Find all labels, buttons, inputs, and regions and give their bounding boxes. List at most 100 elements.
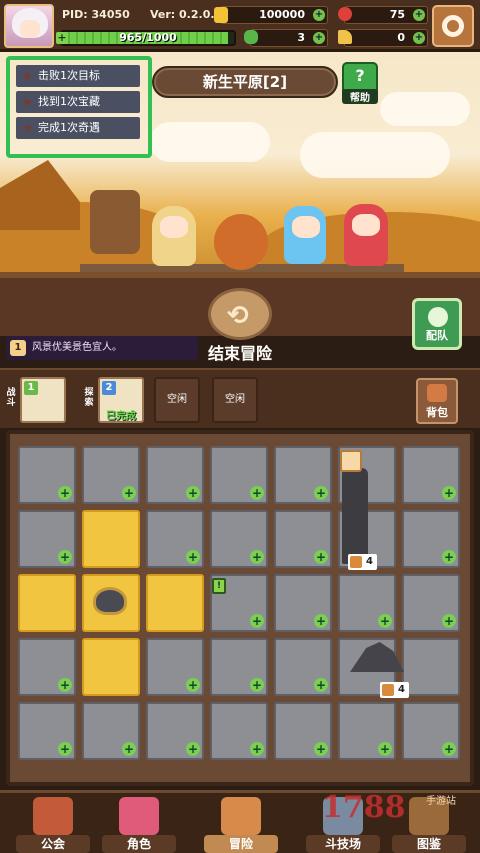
add-gem-button[interactable]: + — [413, 9, 425, 21]
unexplored-tile[interactable] — [402, 638, 460, 696]
unlock-plus-icon: + — [186, 678, 200, 692]
bag-icon — [427, 384, 447, 402]
quest-item[interactable]: ★ 击败1次目标 — [16, 65, 140, 87]
unexplored-tile[interactable]: + — [18, 702, 76, 760]
clover-icon — [244, 30, 258, 44]
hero-face — [352, 214, 380, 236]
battle-slot[interactable]: 1 — [20, 377, 66, 423]
enemy-count: 4 — [398, 684, 405, 695]
empty-slot[interactable]: 空闲 — [212, 377, 258, 423]
unexplored-tile[interactable]: + — [274, 638, 332, 696]
cauldron-sprite[interactable] — [93, 587, 127, 615]
unexplored-tile[interactable]: + — [146, 638, 204, 696]
explored-tile[interactable] — [82, 638, 140, 696]
add-clover-button[interactable]: + — [313, 32, 325, 44]
unlock-plus-icon: + — [378, 614, 392, 628]
monkey-hero-sprite — [214, 214, 268, 270]
battle-slot-badge: 1 — [24, 381, 38, 395]
map-icon — [221, 797, 261, 835]
nav-adventure[interactable]: 冒险 — [204, 797, 278, 853]
unlock-plus-icon: + — [122, 486, 136, 500]
star-icon: ★ — [22, 69, 33, 83]
top-bar: PID: 34050 Ver: 0.2.0.3 965/1000 + 10000… — [0, 0, 480, 52]
key-icon — [338, 30, 352, 44]
unexplored-tile[interactable]: + — [338, 702, 396, 760]
unexplored-tile[interactable]: + — [18, 510, 76, 568]
team-icon — [428, 307, 448, 327]
event-marker-icon[interactable]: ! — [212, 578, 226, 594]
quest-item[interactable]: ★ 找到1次宝藏 — [16, 91, 140, 113]
empty-slot[interactable]: 空闲 — [154, 377, 200, 423]
gear-icon — [442, 15, 464, 37]
unlock-plus-icon: + — [186, 486, 200, 500]
unlock-plus-icon: + — [442, 486, 456, 500]
cloud — [150, 122, 270, 162]
explored-tile[interactable] — [146, 574, 204, 632]
explore-slot[interactable]: 2 已完成 — [98, 377, 144, 423]
star-icon: ★ — [22, 121, 33, 135]
unexplored-tile[interactable]: + — [210, 702, 268, 760]
bag-button[interactable]: 背包 — [416, 378, 458, 424]
supply-cart-sprite — [90, 190, 140, 254]
treasure-box-icon[interactable] — [340, 450, 362, 472]
explored-tile[interactable] — [18, 574, 76, 632]
avatar-face — [20, 20, 40, 38]
unexplored-tile[interactable]: + — [210, 510, 268, 568]
unlock-plus-icon: + — [442, 614, 456, 628]
unexplored-tile[interactable]: + — [210, 446, 268, 504]
watermark-logo: 1788 — [322, 790, 406, 825]
redhair-hero-sprite — [344, 204, 388, 266]
unexplored-tile[interactable]: + — [146, 702, 204, 760]
xp-bar: 965/1000 — [60, 30, 236, 46]
unexplored-tile[interactable]: + — [82, 446, 140, 504]
nav-character[interactable]: 角色 — [102, 797, 176, 853]
add-gold-button[interactable]: + — [313, 9, 325, 21]
quest-item[interactable]: ★ 完成1次奇遇 — [16, 117, 140, 139]
task-slot-row: 战斗 1 探索 2 已完成 空闲 空闲 背包 — [0, 368, 480, 428]
battle-slot-label: 战斗 — [6, 388, 16, 408]
unexplored-tile[interactable]: + — [18, 638, 76, 696]
unexplored-tile[interactable]: + — [146, 446, 204, 504]
end-adventure-button[interactable]: ⟲ 结束冒险 — [206, 288, 274, 363]
xp-plus-icon: + — [56, 31, 68, 44]
explored-tile[interactable] — [82, 510, 140, 568]
end-adventure-label: 结束冒险 — [207, 344, 272, 363]
ruined-tower-sprite — [342, 468, 368, 564]
unexplored-tile[interactable]: + — [82, 702, 140, 760]
settings-button[interactable] — [432, 5, 474, 47]
unexplored-tile[interactable]: + — [338, 574, 396, 632]
player-avatar[interactable] — [4, 4, 54, 48]
unexplored-tile[interactable]: + — [146, 510, 204, 568]
area-name: 新生平原[2] — [152, 66, 338, 98]
unlock-plus-icon: + — [186, 742, 200, 756]
unlock-plus-icon: + — [250, 550, 264, 564]
unexplored-tile[interactable]: + — [18, 446, 76, 504]
team-button[interactable]: 配队 — [412, 298, 462, 350]
unexplored-tile[interactable]: + — [402, 702, 460, 760]
return-arrow-icon: ⟲ — [208, 288, 272, 340]
unexplored-tile[interactable]: + — [210, 638, 268, 696]
unlock-plus-icon: + — [442, 742, 456, 756]
unexplored-tile[interactable]: + — [274, 574, 332, 632]
add-key-button[interactable]: + — [413, 32, 425, 44]
unexplored-tile[interactable]: + — [402, 574, 460, 632]
unlock-plus-icon: + — [250, 614, 264, 628]
nav-guild[interactable]: 公会 — [16, 797, 90, 853]
unlock-plus-icon: + — [58, 742, 72, 756]
unexplored-tile[interactable]: + — [274, 510, 332, 568]
unexplored-tile[interactable]: + — [274, 702, 332, 760]
bottom-nav: 公会 角色 冒险 斗技场 图鉴 — [0, 790, 480, 853]
unlock-plus-icon: + — [250, 742, 264, 756]
clover-counter: 3 + — [250, 29, 328, 47]
nav-label: 公会 — [16, 835, 90, 853]
nav-label: 斗技场 — [306, 835, 380, 853]
help-button[interactable]: ? 帮助 — [342, 62, 378, 104]
message-number: 1 — [10, 340, 26, 356]
unexplored-tile[interactable]: + — [402, 510, 460, 568]
message-text: 风景优美景色宜人。 — [32, 342, 122, 353]
unexplored-tile[interactable]: + — [402, 446, 460, 504]
unexplored-tile[interactable]: + — [274, 446, 332, 504]
unlock-plus-icon: + — [58, 678, 72, 692]
player-id: PID: 34050 — [62, 8, 130, 21]
xp-text: 965/1000 — [119, 31, 177, 44]
